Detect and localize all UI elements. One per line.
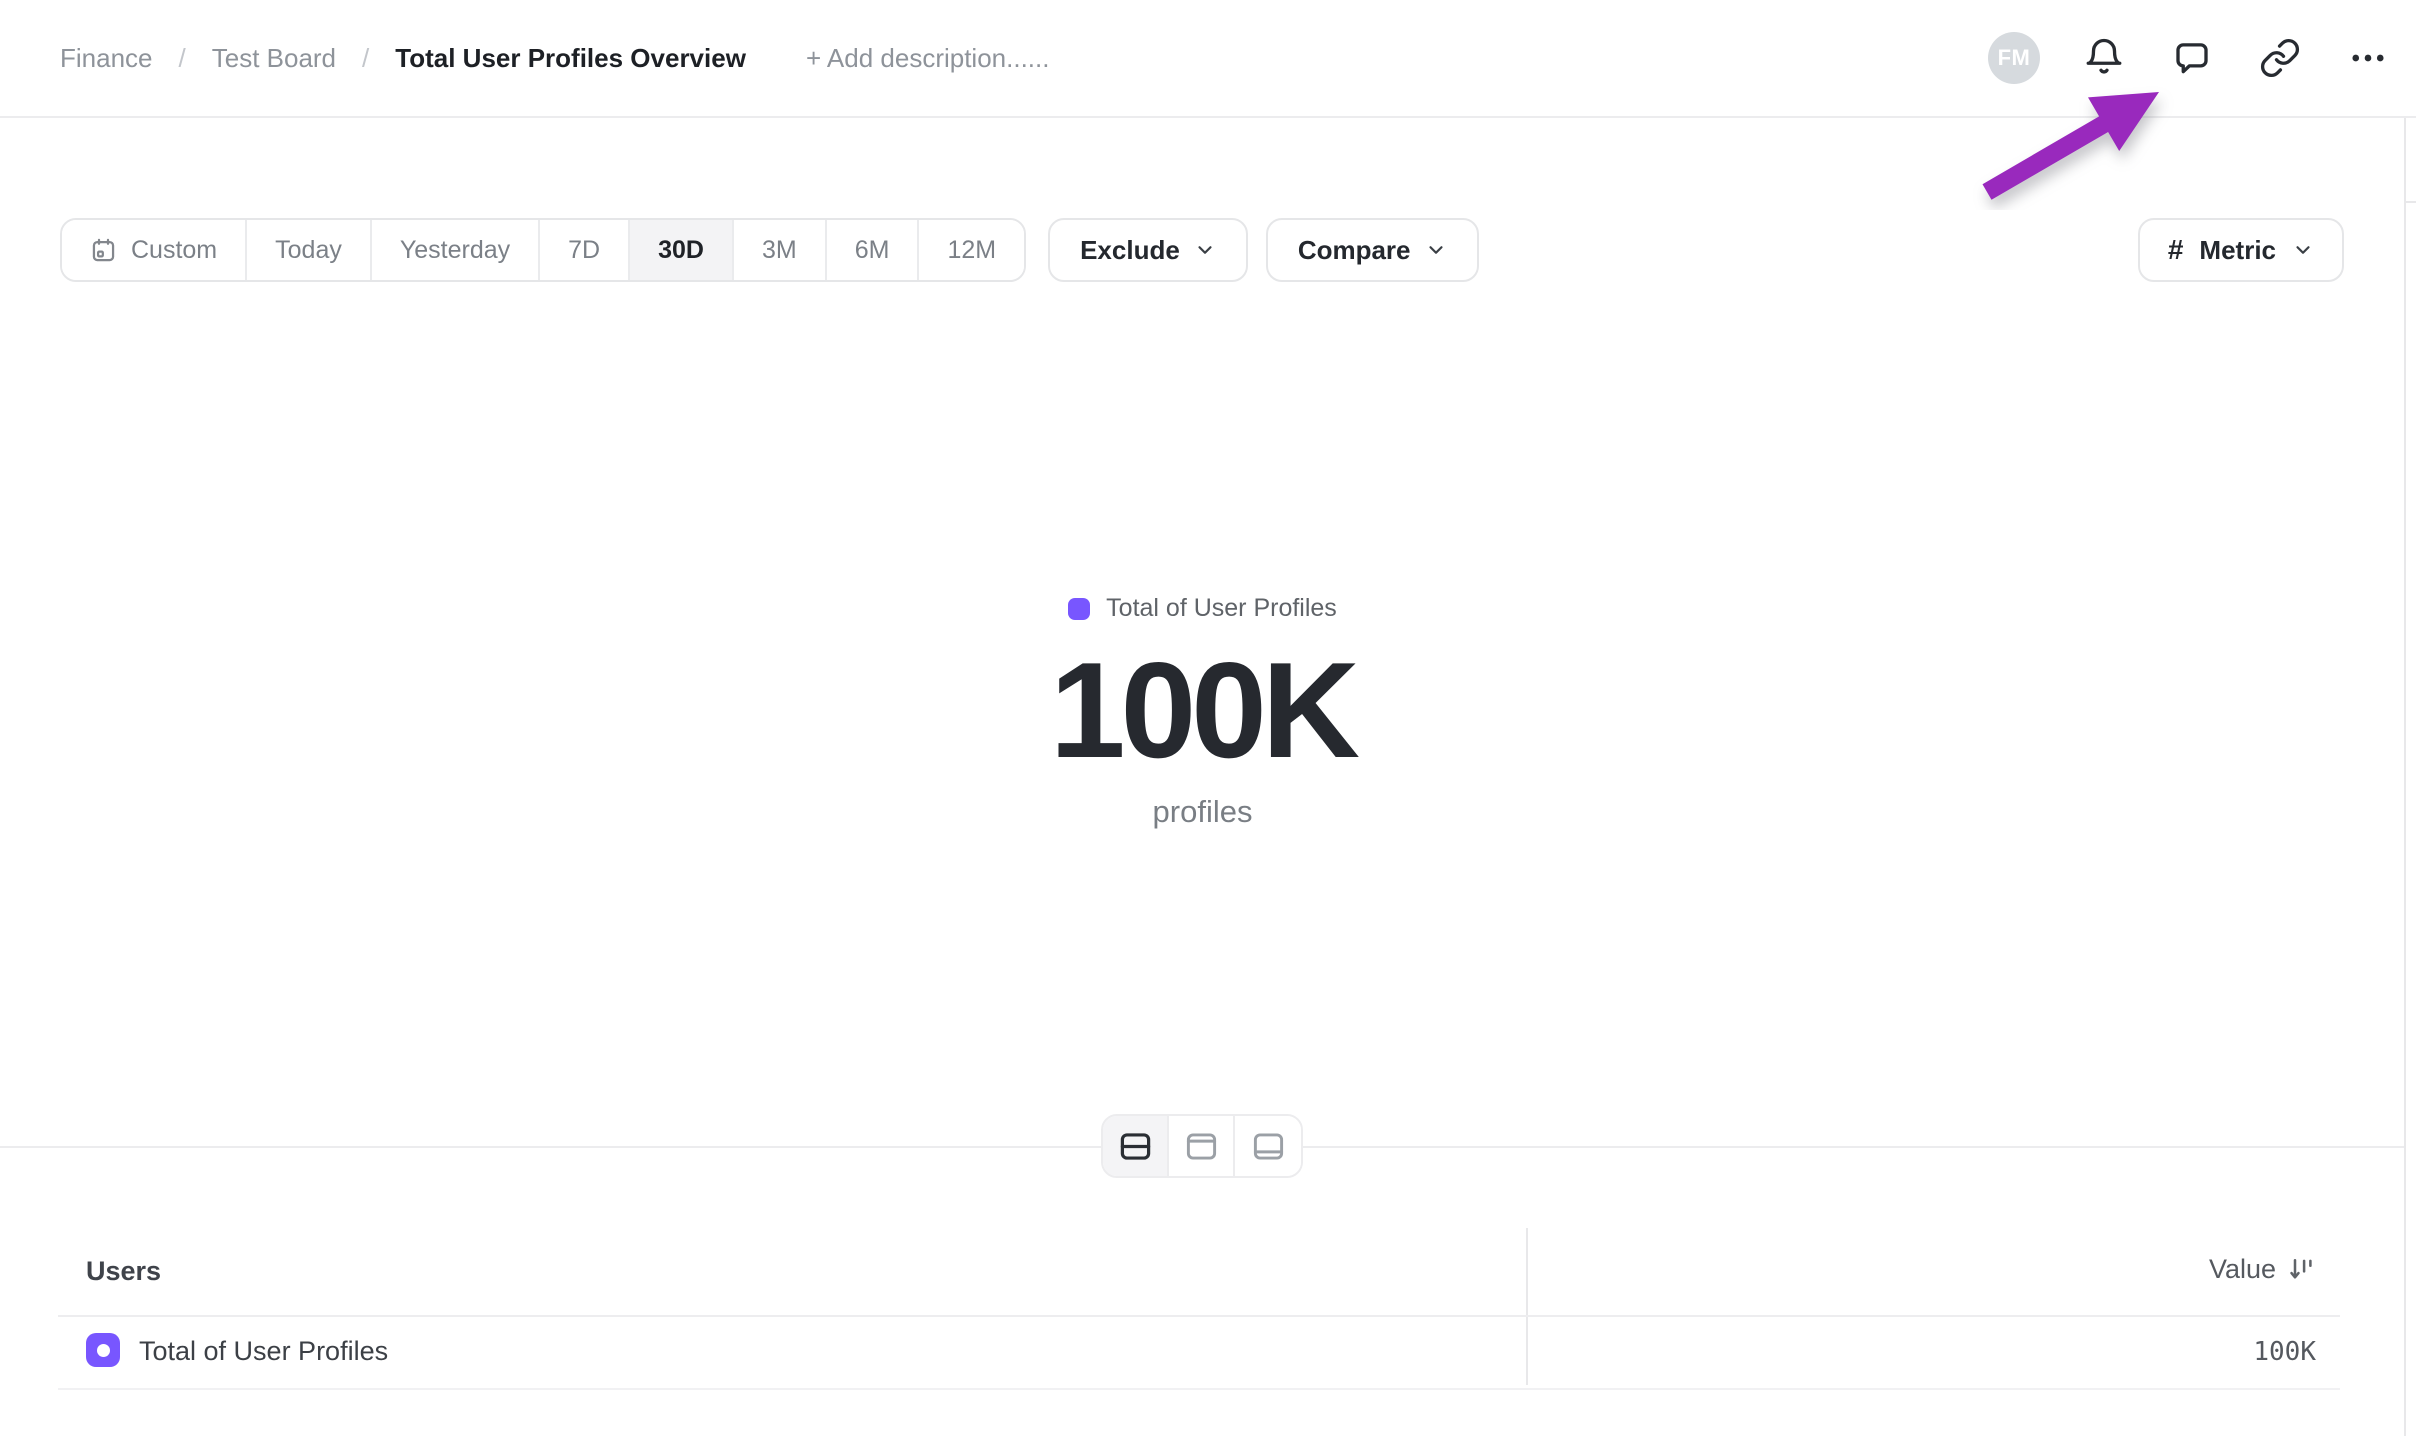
table-header-value-sort[interactable]: Value bbox=[2209, 1254, 2316, 1285]
chat-bubble-icon bbox=[2171, 37, 2213, 79]
add-description-field[interactable]: + Add description...... bbox=[806, 43, 1050, 74]
ellipsis-icon bbox=[2347, 37, 2389, 79]
top-panel-view-icon bbox=[1183, 1128, 1220, 1165]
legend-swatch bbox=[1068, 598, 1090, 620]
legend-label: Total of User Profiles bbox=[1106, 594, 1337, 623]
compare-label: Compare bbox=[1298, 235, 1411, 266]
date-range-7d[interactable]: 7D bbox=[540, 220, 630, 280]
more-options-button[interactable] bbox=[2344, 34, 2392, 82]
date-range-label: Custom bbox=[131, 236, 217, 265]
chevron-down-icon bbox=[1194, 239, 1216, 261]
comments-button[interactable] bbox=[2168, 34, 2216, 82]
date-range-6m[interactable]: 6M bbox=[827, 220, 920, 280]
date-range-label: 6M bbox=[855, 236, 890, 265]
exclude-dropdown[interactable]: Exclude bbox=[1048, 218, 1248, 282]
breadcrumb-test-board[interactable]: Test Board bbox=[212, 43, 336, 74]
page-title: Total User Profiles Overview bbox=[395, 43, 746, 74]
hash-icon: # bbox=[2168, 234, 2184, 266]
kpi-block: Total of User Profiles 100K profiles bbox=[0, 594, 2405, 830]
date-range-30d[interactable]: 30D bbox=[630, 220, 734, 280]
date-range-12m[interactable]: 12M bbox=[919, 220, 1024, 280]
table-header-users: Users bbox=[86, 1256, 161, 1287]
series-dot-inner bbox=[97, 1344, 110, 1357]
date-range-label: 30D bbox=[658, 236, 704, 265]
table-header-value-label: Value bbox=[2209, 1254, 2276, 1285]
view-toggle-bottom-panel[interactable] bbox=[1235, 1116, 1301, 1176]
dashboard-page: Finance / Test Board / Total User Profil… bbox=[0, 0, 2416, 1436]
date-range-3m[interactable]: 3M bbox=[734, 220, 827, 280]
sort-descending-icon bbox=[2288, 1256, 2316, 1284]
header-actions: FM bbox=[1988, 32, 2392, 84]
kpi-unit: profiles bbox=[1153, 794, 1253, 830]
view-toggle-top-panel[interactable] bbox=[1169, 1116, 1235, 1176]
copy-link-button[interactable] bbox=[2256, 34, 2304, 82]
legend-item[interactable]: Total of User Profiles bbox=[1068, 594, 1337, 623]
breadcrumb-finance[interactable]: Finance bbox=[60, 43, 153, 74]
table-row-label: Total of User Profiles bbox=[139, 1336, 388, 1367]
link-icon bbox=[2259, 37, 2301, 79]
breadcrumb-separator: / bbox=[179, 43, 186, 74]
split-view-icon bbox=[1117, 1128, 1154, 1165]
bell-icon bbox=[2083, 37, 2125, 79]
date-filter-toolbar: Custom Today Yesterday 7D 30D 3M 6M 12M … bbox=[60, 218, 1479, 282]
view-toggle-split[interactable] bbox=[1103, 1116, 1169, 1176]
series-dot-icon bbox=[86, 1333, 120, 1367]
date-range-label: 7D bbox=[568, 236, 600, 265]
view-toggle-group bbox=[1101, 1114, 1303, 1178]
chevron-down-icon bbox=[2292, 239, 2314, 261]
date-range-segmented-control: Custom Today Yesterday 7D 30D 3M 6M 12M bbox=[60, 218, 1026, 282]
notifications-button[interactable] bbox=[2080, 34, 2128, 82]
exclude-label: Exclude bbox=[1080, 235, 1180, 266]
metric-label: Metric bbox=[2199, 235, 2276, 266]
date-range-label: 3M bbox=[762, 236, 797, 265]
date-range-label: Today bbox=[275, 236, 342, 265]
breadcrumb-separator: / bbox=[362, 43, 369, 74]
date-range-label: 12M bbox=[947, 236, 996, 265]
date-range-label: Yesterday bbox=[400, 236, 510, 265]
table-row-divider bbox=[58, 1388, 2340, 1390]
date-range-yesterday[interactable]: Yesterday bbox=[372, 220, 540, 280]
calendar-icon bbox=[90, 237, 117, 264]
breadcrumb: Finance / Test Board / Total User Profil… bbox=[60, 43, 1049, 74]
metric-dropdown[interactable]: # Metric bbox=[2138, 218, 2344, 282]
kpi-value: 100K bbox=[1050, 637, 1355, 784]
chevron-down-icon bbox=[1425, 239, 1447, 261]
compare-dropdown[interactable]: Compare bbox=[1266, 218, 1479, 282]
right-panel-stub-divider bbox=[2405, 201, 2416, 203]
table-row-value: 100K bbox=[2253, 1337, 2316, 1367]
date-range-today[interactable]: Today bbox=[247, 220, 372, 280]
bottom-panel-view-icon bbox=[1250, 1128, 1287, 1165]
top-header: Finance / Test Board / Total User Profil… bbox=[0, 0, 2416, 118]
table-row[interactable] bbox=[58, 1317, 2340, 1388]
date-range-custom[interactable]: Custom bbox=[62, 220, 247, 280]
avatar[interactable]: FM bbox=[1988, 32, 2040, 84]
